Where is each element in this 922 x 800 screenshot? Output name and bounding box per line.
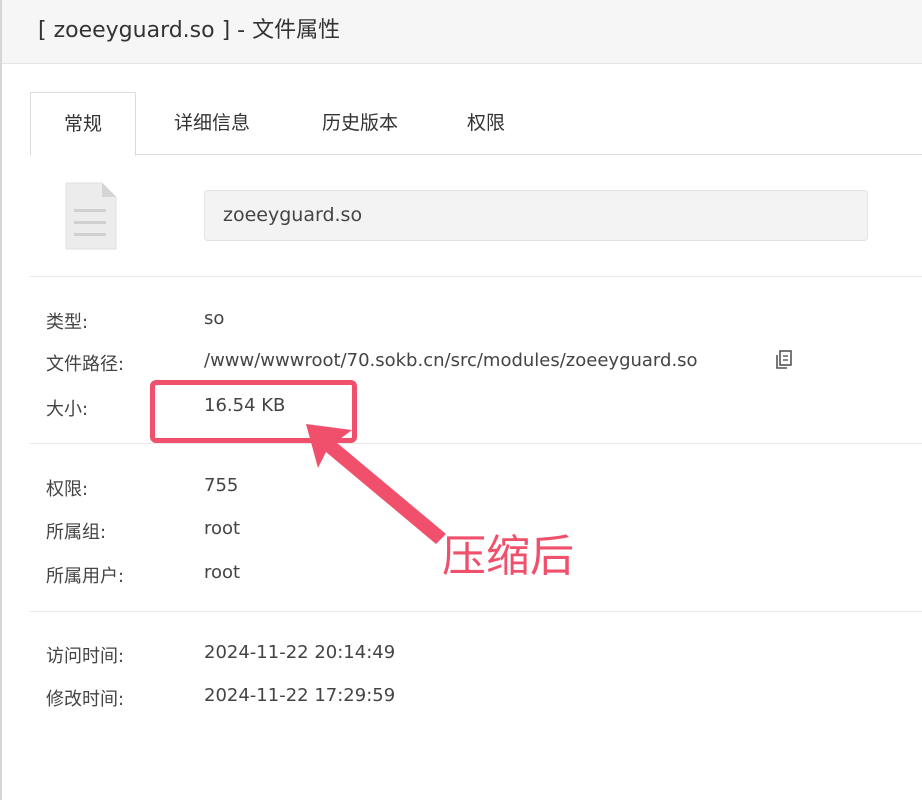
document-file-icon — [65, 182, 117, 250]
group-label: 所属组: — [46, 522, 107, 543]
divider — [30, 276, 922, 277]
modified-time-label: 修改时间: — [46, 689, 125, 710]
tab-history[interactable]: 历史版本 — [298, 92, 422, 154]
size-label: 大小: — [46, 399, 89, 420]
access-time-label: 访问时间: — [46, 646, 125, 667]
annotation-arrow-icon — [306, 424, 446, 544]
type-label: 类型: — [46, 312, 89, 333]
copy-path-icon[interactable] — [775, 350, 793, 370]
divider — [30, 443, 922, 444]
file-name-field[interactable]: zoeeyguard.so — [204, 190, 868, 241]
access-time-value: 2024-11-22 20:14:49 — [204, 642, 396, 663]
tab-details[interactable]: 详细信息 — [152, 92, 272, 154]
owner-value: root — [204, 562, 241, 583]
annotation-label: 压缩后 — [442, 531, 574, 582]
path-value: /www/wwwroot/70.sokb.cn/src/modules/zoee… — [204, 350, 698, 371]
title-bar: [ zoeeyguard.so ] - 文件属性 — [2, 0, 922, 64]
modified-time-value: 2024-11-22 17:29:59 — [204, 685, 396, 706]
tab-bar-divider — [30, 154, 922, 155]
group-value: root — [204, 518, 241, 539]
owner-label: 所属用户: — [46, 566, 125, 587]
tab-general[interactable]: 常规 — [30, 92, 136, 156]
tab-permissions[interactable]: 权限 — [448, 92, 524, 154]
window-title: [ zoeeyguard.so ] - 文件属性 — [38, 18, 341, 43]
divider — [30, 611, 922, 612]
type-value: so — [204, 308, 225, 329]
window-left-edge — [0, 0, 2, 800]
permission-label: 权限: — [46, 479, 89, 500]
permission-value: 755 — [204, 475, 239, 496]
path-label: 文件路径: — [46, 354, 125, 375]
